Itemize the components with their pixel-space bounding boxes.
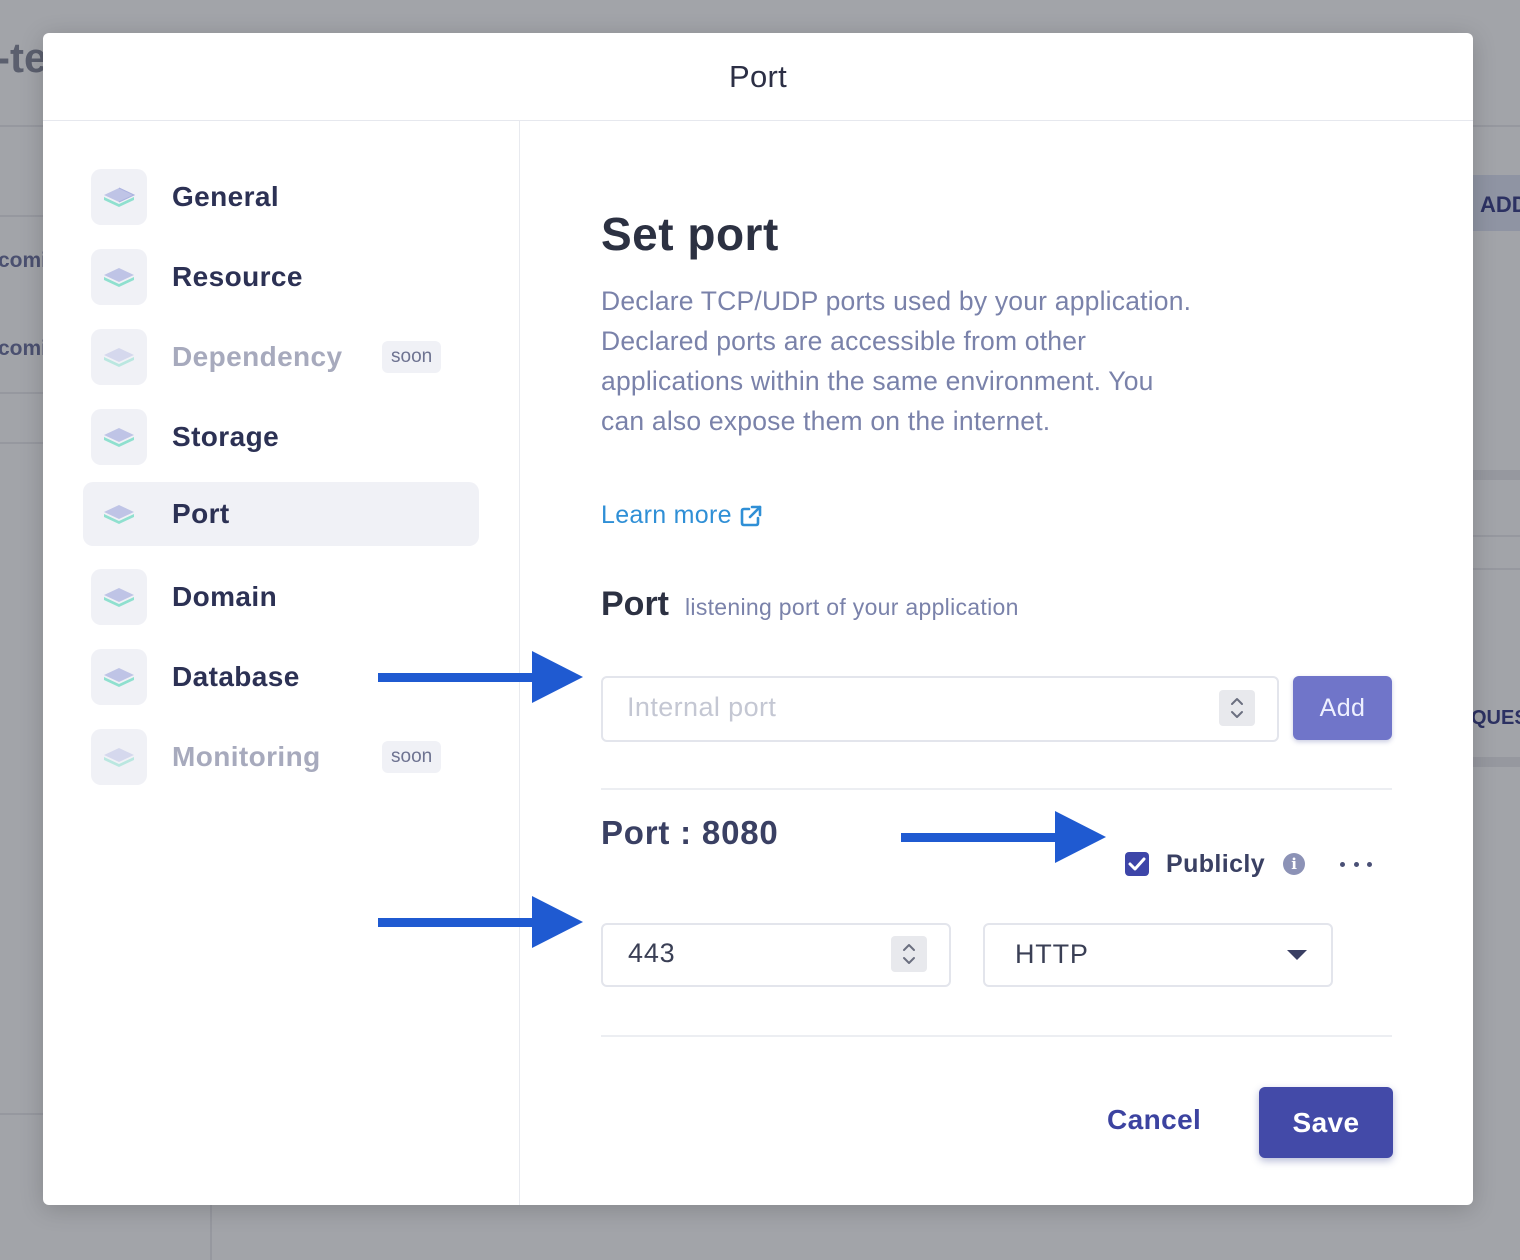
sidebar-item-storage[interactable]: Storage — [83, 405, 479, 469]
arrow-right-icon — [378, 651, 583, 703]
sidebar-item-resource[interactable]: Resource — [83, 245, 479, 309]
sidebar-item-port[interactable]: Port — [83, 482, 479, 546]
sidebar-item-monitoring: Monitoring soon — [83, 725, 479, 789]
port-settings-content: Set port Declare TCP/UDP ports used by y… — [520, 121, 1473, 1205]
sidebar-item-label: Port — [172, 498, 230, 529]
sidebar-item-domain[interactable]: Domain — [83, 565, 479, 629]
background-divider — [1473, 535, 1520, 537]
port-entry-label: Port : 8080 — [601, 814, 779, 851]
stepper-icon[interactable] — [891, 936, 927, 972]
sidebar-item-label: Domain — [172, 581, 278, 612]
section-divider — [601, 1035, 1392, 1037]
sidebar-item-general[interactable]: General — [83, 165, 479, 229]
background-divider — [0, 442, 43, 444]
publicly-toggle[interactable]: Publicly i — [1125, 849, 1306, 878]
publicly-checkbox[interactable] — [1125, 852, 1149, 876]
learn-more-label: Learn more — [601, 501, 732, 529]
protocol-selected-value: HTTP — [1015, 939, 1089, 969]
sidebar-item-label: Monitoring — [172, 741, 321, 772]
layers-icon — [91, 329, 147, 385]
page-title: Set port — [601, 208, 779, 260]
background-text-fragment: comi — [0, 249, 48, 272]
soon-badge: soon — [382, 341, 442, 373]
internal-port-field — [601, 676, 1279, 742]
port-section-subtitle: listening port of your application — [685, 594, 1019, 620]
modal-header: Port — [43, 33, 1473, 121]
layers-icon — [91, 409, 147, 465]
stepper-icon[interactable] — [1219, 690, 1255, 726]
layers-icon — [91, 569, 147, 625]
caret-down-icon — [1287, 950, 1307, 960]
check-icon — [1128, 857, 1146, 871]
port-settings-modal: Port General Resource Dependency soon St… — [43, 33, 1473, 1205]
more-dots-icon[interactable] — [1340, 855, 1372, 873]
info-icon[interactable]: i — [1283, 853, 1306, 875]
background-divider — [1473, 470, 1520, 480]
background-text-fragment: QUES — [1471, 707, 1520, 729]
arrow-right-icon — [901, 811, 1106, 863]
section-divider — [601, 788, 1392, 790]
sidebar-item-dependency: Dependency soon — [83, 325, 479, 389]
layers-icon — [91, 729, 147, 785]
background-divider — [0, 1113, 43, 1115]
layers-icon — [91, 169, 147, 225]
protocol-select[interactable]: HTTP — [983, 923, 1333, 987]
publicly-label: Publicly — [1166, 849, 1266, 878]
background-divider — [0, 125, 43, 127]
modal-title: Port — [728, 58, 788, 94]
background-title-fragment: -te — [0, 34, 48, 81]
background-text-fragment: comi — [0, 337, 48, 360]
background-add-label: ADD — [1480, 192, 1520, 217]
save-button[interactable]: Save — [1259, 1087, 1393, 1158]
background-divider — [1473, 568, 1520, 570]
arrow-right-icon — [378, 896, 583, 948]
background-divider — [210, 1205, 212, 1260]
external-port-input[interactable] — [603, 925, 878, 981]
external-link-icon — [740, 505, 762, 526]
background-divider — [1473, 125, 1520, 127]
background-divider — [1473, 757, 1520, 767]
port-section-title: Port — [601, 585, 669, 623]
sidebar-item-label: General — [172, 181, 280, 212]
sidebar-item-label: Database — [172, 661, 300, 692]
add-port-button[interactable]: Add — [1293, 676, 1392, 740]
background-divider — [0, 215, 43, 217]
layers-icon — [91, 249, 147, 305]
layers-icon — [91, 649, 147, 705]
sidebar-item-label: Storage — [172, 421, 280, 452]
layers-icon — [91, 486, 147, 542]
external-port-field — [601, 923, 951, 987]
sidebar-item-label: Dependency — [172, 341, 343, 372]
cancel-button[interactable]: Cancel — [1101, 1103, 1207, 1137]
learn-more-link[interactable]: Learn more — [601, 501, 762, 530]
sidebar-item-label: Resource — [172, 261, 303, 292]
soon-badge: soon — [382, 741, 442, 773]
internal-port-input[interactable] — [603, 678, 1187, 736]
port-section-header: Port listening port of your application — [601, 585, 1019, 624]
background-divider — [0, 392, 43, 394]
page-description: Declare TCP/UDP ports used by your appli… — [601, 286, 1192, 436]
